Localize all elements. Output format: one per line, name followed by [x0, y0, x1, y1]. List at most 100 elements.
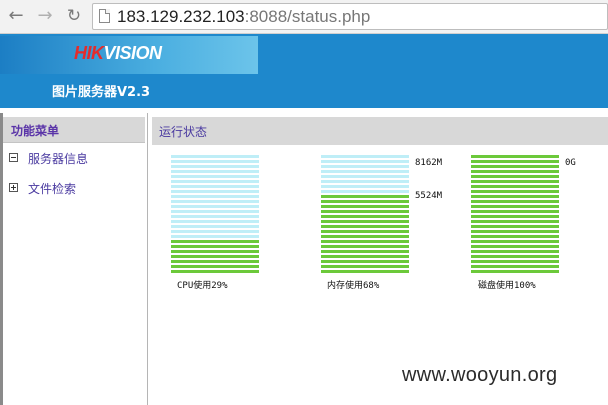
gauge-used-segment: [471, 190, 559, 193]
gauge-free-segment: [171, 160, 259, 163]
gauge-used-segment: [471, 250, 559, 253]
gauge-free-segment: [321, 165, 409, 168]
gauge-free-segment: [321, 170, 409, 173]
app-title: 图片服务器V2.3: [52, 85, 151, 100]
gauge-used-segment: [321, 245, 409, 248]
gauge-used-segment: [471, 200, 559, 203]
watermark-text: www.wooyun.org: [402, 364, 558, 386]
browser-toolbar: ← → ↻ 183.129.232.103:8088/status.php: [0, 0, 608, 34]
gauge-free-segment: [171, 175, 259, 178]
gauge-used-segment: [471, 240, 559, 243]
gauge-used-segment: [471, 225, 559, 228]
gauge-used-segment: [321, 225, 409, 228]
gauge-used-segment: [321, 235, 409, 238]
gauge-free-segment: [171, 215, 259, 218]
gauge-free-segment: [321, 175, 409, 178]
memory-total-mark: 8162M: [415, 158, 443, 168]
gauge-free-segment: [171, 210, 259, 213]
gauge-used-segment: [321, 200, 409, 203]
gauge-free-segment: [171, 155, 259, 158]
gauge-used-segment: [171, 260, 259, 263]
memory-used-mark: 5524M: [415, 191, 443, 201]
forward-arrow-icon[interactable]: →: [35, 6, 55, 26]
gauge-free-segment: [171, 180, 259, 183]
gauge-free-segment: [321, 190, 409, 193]
sidebar-item-label[interactable]: 服务器信息: [28, 150, 88, 167]
header-divider: [0, 108, 608, 111]
gauge-used-segment: [171, 245, 259, 248]
memory-usage-gauge: [321, 155, 409, 275]
gauge-used-segment: [321, 255, 409, 258]
gauge-used-segment: [471, 175, 559, 178]
disk-free-mark: 0G: [565, 158, 576, 168]
gauge-used-segment: [171, 240, 259, 243]
collapse-icon[interactable]: [9, 153, 18, 162]
gauge-used-segment: [321, 230, 409, 233]
gauge-free-segment: [321, 185, 409, 188]
gauge-free-segment: [171, 235, 259, 238]
gauge-used-segment: [321, 240, 409, 243]
gauge-used-segment: [321, 195, 409, 198]
page-icon: [99, 9, 110, 23]
gauge-used-segment: [321, 210, 409, 213]
cpu-usage-label: CPU使用29%: [177, 281, 228, 291]
logo-band: HIKVISION: [0, 36, 258, 74]
back-arrow-icon[interactable]: ←: [6, 6, 26, 26]
gauge-used-segment: [321, 250, 409, 253]
url-path: :8088/status.php: [244, 7, 371, 26]
cpu-usage-gauge: [171, 155, 259, 275]
gauge-used-segment: [471, 165, 559, 168]
disk-usage-gauge: [471, 155, 559, 275]
gauge-used-segment: [321, 205, 409, 208]
memory-usage-label: 内存使用68%: [327, 281, 380, 291]
gauge-free-segment: [171, 185, 259, 188]
url-host: 183.129.232.103: [117, 7, 245, 26]
gauge-used-segment: [471, 260, 559, 263]
gauge-used-segment: [471, 220, 559, 223]
gauge-used-segment: [471, 170, 559, 173]
gauge-used-segment: [171, 255, 259, 258]
gauge-free-segment: [171, 165, 259, 168]
logo-white-part: VISION: [103, 43, 163, 63]
gauge-free-segment: [321, 155, 409, 158]
sidebar-item-label[interactable]: 文件检索: [28, 180, 76, 197]
url-text: 183.129.232.103:8088/status.php: [117, 7, 370, 27]
gauge-used-segment: [471, 185, 559, 188]
gauge-used-segment: [471, 155, 559, 158]
gauge-used-segment: [471, 270, 559, 273]
gauge-used-segment: [471, 230, 559, 233]
gauge-used-segment: [321, 215, 409, 218]
gauge-free-segment: [171, 195, 259, 198]
gauge-used-segment: [471, 195, 559, 198]
gauge-free-segment: [321, 160, 409, 163]
gauge-used-segment: [321, 265, 409, 268]
hikvision-logo: HIKVISION: [74, 43, 162, 64]
gauge-used-segment: [321, 260, 409, 263]
gauge-used-segment: [471, 215, 559, 218]
gauge-used-segment: [471, 235, 559, 238]
expand-icon[interactable]: [9, 183, 18, 192]
section-header: 运行状态: [152, 117, 608, 145]
gauge-used-segment: [471, 205, 559, 208]
gauge-used-segment: [471, 160, 559, 163]
gauge-used-segment: [171, 270, 259, 273]
gauge-used-segment: [471, 265, 559, 268]
gauge-free-segment: [171, 230, 259, 233]
gauge-free-segment: [171, 220, 259, 223]
gauge-used-segment: [471, 210, 559, 213]
gauge-used-segment: [321, 220, 409, 223]
gauge-used-segment: [321, 270, 409, 273]
gauge-used-segment: [171, 265, 259, 268]
gauge-free-segment: [321, 180, 409, 183]
reload-icon[interactable]: ↻: [64, 6, 84, 26]
gauge-free-segment: [171, 200, 259, 203]
gauge-free-segment: [171, 205, 259, 208]
gauge-used-segment: [471, 255, 559, 258]
gauge-free-segment: [171, 190, 259, 193]
gauge-used-segment: [471, 180, 559, 183]
address-bar[interactable]: 183.129.232.103:8088/status.php: [92, 3, 608, 30]
section-title: 运行状态: [159, 125, 208, 139]
menu-heading-label: 功能菜单: [11, 124, 60, 138]
disk-usage-label: 磁盘使用100%: [478, 281, 536, 291]
gauge-free-segment: [171, 170, 259, 173]
